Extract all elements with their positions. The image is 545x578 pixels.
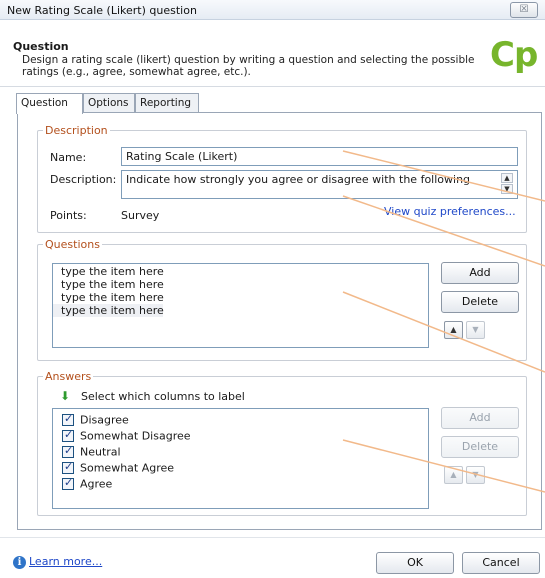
description-group: Description Name: Rating Scale (Likert) … xyxy=(37,124,527,233)
green-arrow-down-icon: ⬇ xyxy=(60,389,71,403)
cancel-button[interactable]: Cancel xyxy=(462,552,540,574)
window-title: New Rating Scale (Likert) question xyxy=(7,4,197,17)
answer-move-up-button[interactable]: ▲ xyxy=(444,466,463,484)
learn-more-link[interactable]: Learn more... xyxy=(29,555,102,568)
tab-reporting[interactable]: Reporting xyxy=(135,93,199,113)
list-item[interactable]: Somewhat Disagree xyxy=(62,428,191,445)
delete-question-button[interactable]: Delete xyxy=(441,291,519,313)
select-columns-label: Select which columns to label xyxy=(81,390,245,403)
answer-move-down-button[interactable]: ▼ xyxy=(466,466,485,484)
checkbox-checked-icon[interactable] xyxy=(62,444,74,458)
chevron-down-icon: ▼ xyxy=(472,325,479,334)
name-field[interactable]: Rating Scale (Likert) xyxy=(121,147,518,166)
questions-group: Questions type the item here type the it… xyxy=(37,238,527,361)
tab-panel-question: Description Name: Rating Scale (Likert) … xyxy=(17,112,542,530)
list-item[interactable]: Disagree xyxy=(62,412,129,429)
info-icon: i xyxy=(13,556,26,569)
description-label: Description: xyxy=(50,173,117,186)
points-label: Points: xyxy=(50,209,87,222)
name-label: Name: xyxy=(50,151,87,164)
questions-list[interactable]: type the item here type the item here ty… xyxy=(52,263,429,348)
answers-list[interactable]: Disagree Somewhat Disagree Neutral Somew… xyxy=(52,408,429,509)
list-item[interactable]: type the item here xyxy=(53,265,428,278)
answers-legend: Answers xyxy=(43,370,94,383)
chevron-up-icon: ▲ xyxy=(450,470,457,479)
list-item[interactable]: type the item here xyxy=(53,278,428,291)
list-item[interactable]: Somewhat Agree xyxy=(62,460,174,477)
list-item[interactable]: type the item here xyxy=(53,304,164,317)
captivate-logo: Cp xyxy=(490,35,538,75)
title-bar: New Rating Scale (Likert) question ☒ xyxy=(0,0,545,20)
list-item[interactable]: Agree xyxy=(62,476,112,493)
tab-options[interactable]: Options xyxy=(83,93,135,113)
close-icon: ☒ xyxy=(519,4,529,15)
description-legend: Description xyxy=(43,124,110,137)
points-value: Survey xyxy=(121,209,160,222)
scroll-up-icon[interactable]: ▲ xyxy=(501,173,513,183)
move-up-button[interactable]: ▲ xyxy=(444,321,463,339)
tab-question[interactable]: Question xyxy=(16,93,83,114)
list-item[interactable]: type the item here xyxy=(53,291,428,304)
checkbox-checked-icon[interactable] xyxy=(62,428,74,442)
chevron-up-icon: ▲ xyxy=(450,325,457,334)
dialog-header: Question Design a rating scale (likert) … xyxy=(0,21,545,87)
view-quiz-preferences-link[interactable]: View quiz preferences... xyxy=(384,205,516,218)
scroll-down-icon[interactable]: ▼ xyxy=(501,184,513,194)
close-button[interactable]: ☒ xyxy=(510,2,538,18)
checkbox-checked-icon[interactable] xyxy=(62,460,74,474)
answers-group: Answers ⬇ Select which columns to label … xyxy=(37,370,527,516)
list-item[interactable]: Neutral xyxy=(62,444,121,461)
add-question-button[interactable]: Add xyxy=(441,262,519,284)
chevron-down-icon: ▼ xyxy=(472,470,479,479)
header-title: Question xyxy=(13,40,69,53)
checkbox-checked-icon[interactable] xyxy=(62,476,74,490)
description-field[interactable]: Indicate how strongly you agree or disag… xyxy=(121,170,518,199)
footer-divider xyxy=(0,537,545,538)
ok-button[interactable]: OK xyxy=(376,552,454,574)
checkbox-checked-icon[interactable] xyxy=(62,412,74,426)
header-description: Design a rating scale (likert) question … xyxy=(22,54,475,78)
add-answer-button[interactable]: Add xyxy=(441,407,519,429)
questions-legend: Questions xyxy=(43,238,102,251)
delete-answer-button[interactable]: Delete xyxy=(441,436,519,458)
move-down-button[interactable]: ▼ xyxy=(466,321,485,339)
